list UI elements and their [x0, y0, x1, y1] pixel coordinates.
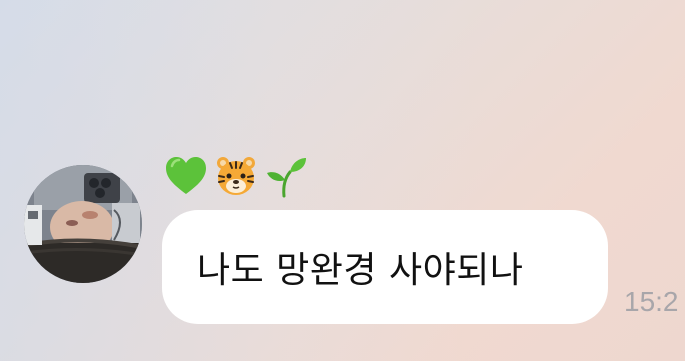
green-heart-icon — [164, 154, 208, 198]
message-bubble[interactable]: 나도 망완경 사야되나 — [162, 210, 608, 324]
message-text: 나도 망완경 사야되나 — [197, 250, 524, 291]
avatar-photo — [24, 165, 142, 283]
seedling-icon — [264, 154, 308, 198]
tiger-face-icon — [214, 154, 258, 198]
message-timestamp: 15:2 — [624, 286, 679, 317]
avatar[interactable] — [24, 165, 142, 283]
sender-name-emojis — [164, 152, 308, 200]
